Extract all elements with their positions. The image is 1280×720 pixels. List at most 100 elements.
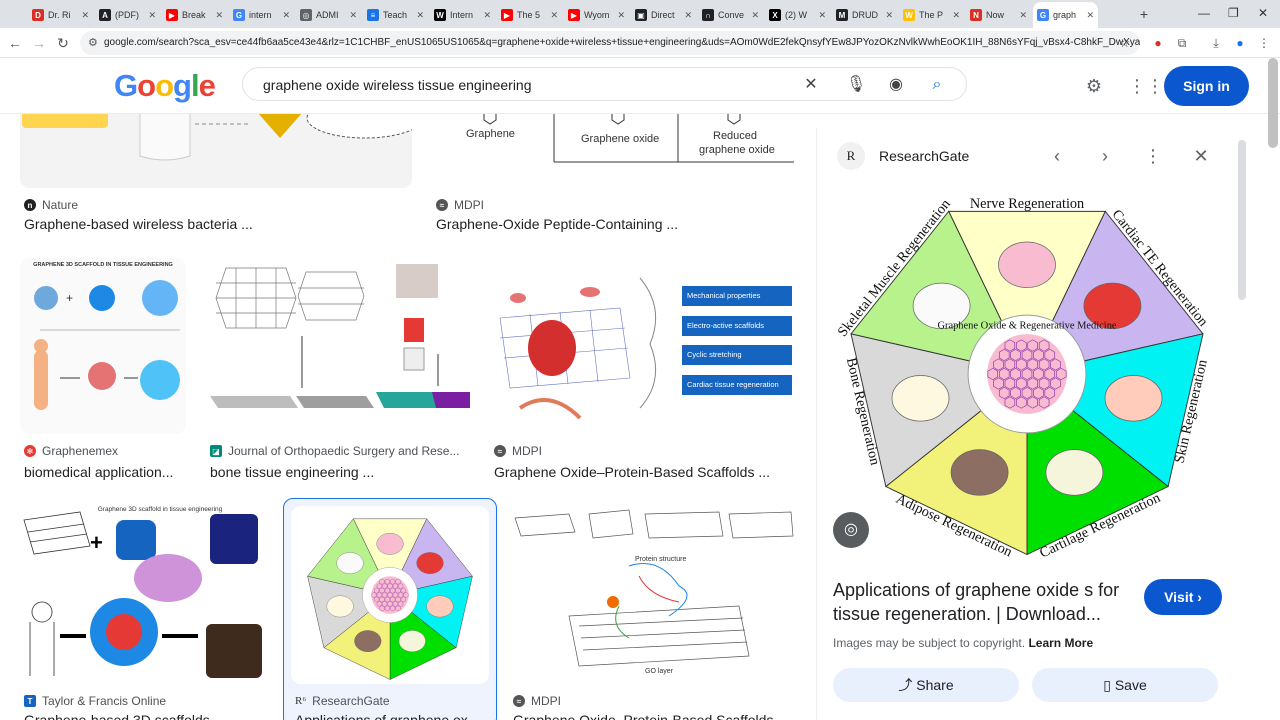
search-icon[interactable]: ⌕ [927, 75, 947, 95]
page-scrollbar[interactable] [1268, 58, 1278, 148]
segment-illustration [950, 449, 1009, 496]
browser-tab[interactable]: ◎ ADMI ✕ [296, 4, 361, 26]
forward-icon[interactable]: → [30, 34, 48, 52]
preview-image[interactable]: Nerve Regeneration Cardiac TE Regeneratio… [835, 184, 1219, 564]
result-title[interactable]: Graphene-based 3D scaffolds ... [24, 712, 264, 720]
lens-search-icon[interactable]: ◉ [886, 75, 906, 95]
source-favicon-icon: ≈ [436, 199, 448, 211]
close-tab-icon[interactable]: ✕ [684, 10, 692, 21]
close-tab-icon[interactable]: ✕ [81, 10, 89, 21]
address-bar[interactable]: ⚙ google.com/search?sca_esv=ce44fb6aa5ce… [80, 31, 1140, 55]
voice-search-icon[interactable]: 🎙 [846, 75, 866, 95]
close-tab-icon[interactable]: ✕ [1086, 10, 1094, 21]
back-icon[interactable]: ← [6, 34, 24, 52]
result-title[interactable]: Graphene Oxide–Protein-Based Scaffolds .… [494, 464, 794, 480]
tab-favicon-icon: A [99, 9, 111, 21]
browser-tab[interactable]: ▶ Break ✕ [162, 4, 227, 26]
close-tab-icon[interactable]: ✕ [751, 10, 759, 21]
segment-label: Nerve Regeneration [970, 196, 1084, 212]
previous-image-icon[interactable]: ‹ [1045, 144, 1069, 168]
browser-tab[interactable]: Gintern ✕ [229, 4, 294, 26]
close-tab-icon[interactable]: ✕ [215, 10, 223, 21]
share-button[interactable]: ⤴ Share [833, 668, 1019, 702]
browser-menu-icon[interactable]: ⋮ [1256, 35, 1272, 51]
result-thumbnail[interactable] [206, 258, 470, 434]
close-tab-icon[interactable]: ✕ [416, 10, 424, 21]
next-image-icon[interactable]: › [1093, 144, 1117, 168]
result-thumbnail[interactable]: + Graphene 3D scaffold in tissue enginee… [20, 506, 270, 684]
close-tab-icon[interactable]: ✕ [885, 10, 893, 21]
tab-favicon-icon: D [32, 9, 44, 21]
browser-tab[interactable]: N Now ✕ [966, 4, 1031, 26]
result-title[interactable]: Graphene-Oxide Peptide-Containing ... [436, 216, 792, 232]
close-tab-icon[interactable]: ✕ [282, 10, 290, 21]
google-logo[interactable]: Google [114, 68, 216, 104]
browser-tab[interactable]: W Intern ✕ [430, 4, 495, 26]
reload-icon[interactable]: ↻ [54, 34, 72, 52]
result-title[interactable]: bone tissue engineering ... [210, 464, 470, 480]
profile-icon[interactable]: ● [1232, 35, 1248, 51]
visit-button[interactable]: Visit › [1144, 579, 1222, 615]
segment-illustration [1104, 375, 1163, 422]
tab-label: intern [249, 10, 272, 20]
segment-illustration [891, 375, 950, 422]
more-options-icon[interactable]: ⋮ [1141, 144, 1165, 168]
svg-text:+: + [90, 530, 103, 555]
extension-icon[interactable]: ● [1150, 35, 1166, 51]
close-tab-icon[interactable]: ✕ [483, 10, 491, 21]
result-thumbnail[interactable] [20, 114, 412, 188]
sign-in-button[interactable]: Sign in [1164, 66, 1249, 106]
browser-tab[interactable]: ≡ Teach ✕ [363, 4, 428, 26]
browser-tab[interactable]: ▶ Wyom ✕ [564, 4, 629, 26]
browser-tab[interactable]: ▣ Direct ✕ [631, 4, 696, 26]
close-tab-icon[interactable]: ✕ [349, 10, 357, 21]
panel-site-name[interactable]: ResearchGate [879, 148, 969, 164]
panel-image-title[interactable]: Applications of graphene oxide s for tis… [833, 578, 1133, 626]
tab-label: graph [1053, 10, 1077, 20]
close-tab-icon[interactable]: ✕ [550, 10, 558, 21]
tab-label: Intern [450, 10, 474, 20]
learn-more-link[interactable]: Learn More [1028, 636, 1093, 650]
result-thumbnail[interactable]: Mechanical properties Electro-active sca… [490, 258, 794, 434]
browser-tab[interactable]: ∩ Conve ✕ [698, 4, 763, 26]
minimize-icon[interactable]: — [1198, 6, 1210, 20]
browser-tab[interactable]: X (2) W ✕ [765, 4, 830, 26]
site-info-icon[interactable]: ⚙ [88, 31, 98, 55]
extensions-puzzle-icon[interactable]: ⧉ [1174, 35, 1190, 51]
browser-tab[interactable]: Ggraph ✕ [1033, 2, 1098, 28]
result-title[interactable]: biomedical application... [24, 464, 184, 480]
panel-scrollbar[interactable] [1238, 140, 1246, 300]
thumb-label-graphene: Graphene [466, 128, 515, 140]
close-panel-icon[interactable]: ✕ [1189, 144, 1213, 168]
close-tab-icon[interactable]: ✕ [952, 10, 960, 21]
close-tab-icon[interactable]: ✕ [148, 10, 156, 21]
browser-tab[interactable]: A (PDF) ✕ [95, 4, 160, 26]
tab-label: Conve [718, 10, 745, 20]
result-thumbnail[interactable]: + GRAPHENE 3D SCAFFOLD IN TISSUE ENGINEE… [20, 258, 186, 434]
close-window-icon[interactable]: ✕ [1258, 6, 1268, 20]
new-tab-button[interactable]: + [1136, 6, 1152, 22]
close-tab-icon[interactable]: ✕ [617, 10, 625, 21]
result-title[interactable]: Applications of graphene ox... [295, 712, 483, 720]
clear-search-icon[interactable]: ✕ [801, 75, 821, 95]
result-title[interactable]: Graphene-based wireless bacteria ... [24, 216, 404, 232]
result-title[interactable]: Graphene Oxide–Protein-Based Scaffolds .… [513, 712, 793, 720]
search-input[interactable] [263, 74, 783, 96]
thumb-label-reduced: Reduced [713, 130, 758, 142]
apps-grid-icon[interactable]: ⋮⋮ [1128, 74, 1164, 98]
result-thumbnail[interactable]: Protein structure GO layer [509, 506, 795, 684]
browser-tab[interactable]: W The P ✕ [899, 4, 964, 26]
close-tab-icon[interactable]: ✕ [1019, 10, 1027, 21]
browser-tab[interactable]: ▶ The 5 ✕ [497, 4, 562, 26]
maximize-icon[interactable]: ❐ [1228, 6, 1239, 20]
result-thumbnail[interactable] [291, 506, 489, 684]
browser-tab[interactable]: M DRUD ✕ [832, 4, 897, 26]
download-icon[interactable]: ⤓ [1208, 35, 1224, 51]
settings-gear-icon[interactable]: ⚙ [1082, 74, 1106, 98]
bookmark-star-icon[interactable]: ☆ [1119, 31, 1130, 55]
result-thumbnail[interactable]: Graphene Graphene oxide Reduced graphene… [432, 114, 794, 188]
save-button[interactable]: ▯ Save [1032, 668, 1218, 702]
close-tab-icon[interactable]: ✕ [818, 10, 826, 21]
lens-search-button[interactable]: ◎ [833, 512, 869, 548]
browser-tab[interactable]: D Dr. Ri ✕ [28, 4, 93, 26]
